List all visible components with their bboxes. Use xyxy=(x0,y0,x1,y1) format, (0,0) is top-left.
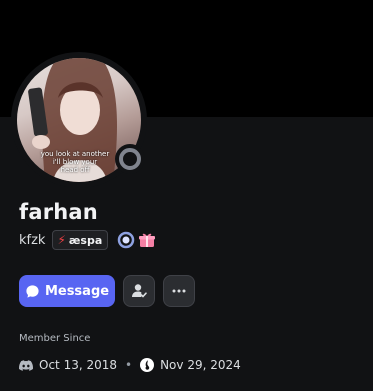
offline-status-icon xyxy=(119,148,141,170)
server-icon xyxy=(140,358,155,372)
server-tag-label: æspa xyxy=(68,233,103,247)
member-since-label: Member Since xyxy=(19,333,91,344)
profile-actions: Message xyxy=(19,275,195,307)
discord-member-date: Oct 13, 2018 xyxy=(39,358,117,372)
more-options-button[interactable] xyxy=(163,275,195,307)
chat-bubble-icon xyxy=(26,284,39,298)
discord-icon xyxy=(19,359,33,371)
status-indicator xyxy=(115,144,145,174)
username[interactable]: kfzk xyxy=(19,233,45,248)
avatar-container[interactable]: you look at another i'll blow your head … xyxy=(11,52,147,188)
server-member-date: Nov 29, 2024 xyxy=(160,358,241,372)
message-button-label: Message xyxy=(44,283,110,299)
more-dots-icon xyxy=(172,289,186,293)
server-tag[interactable]: ⚡ æspa xyxy=(52,230,109,250)
avatar-caption: you look at another i'll blow your head … xyxy=(40,150,110,174)
gift-badge-icon[interactable] xyxy=(138,231,156,249)
lightning-icon: ⚡ xyxy=(57,233,66,247)
message-button[interactable]: Message xyxy=(19,275,115,307)
user-info-row: kfzk ⚡ æspa xyxy=(19,230,156,250)
display-name: farhan xyxy=(19,200,98,224)
add-friend-icon xyxy=(132,284,147,298)
date-separator: • xyxy=(125,358,133,372)
add-friend-button[interactable] xyxy=(123,275,155,307)
nitro-badge-icon[interactable] xyxy=(117,231,135,249)
member-since-dates: Oct 13, 2018 • Nov 29, 2024 xyxy=(19,356,241,374)
